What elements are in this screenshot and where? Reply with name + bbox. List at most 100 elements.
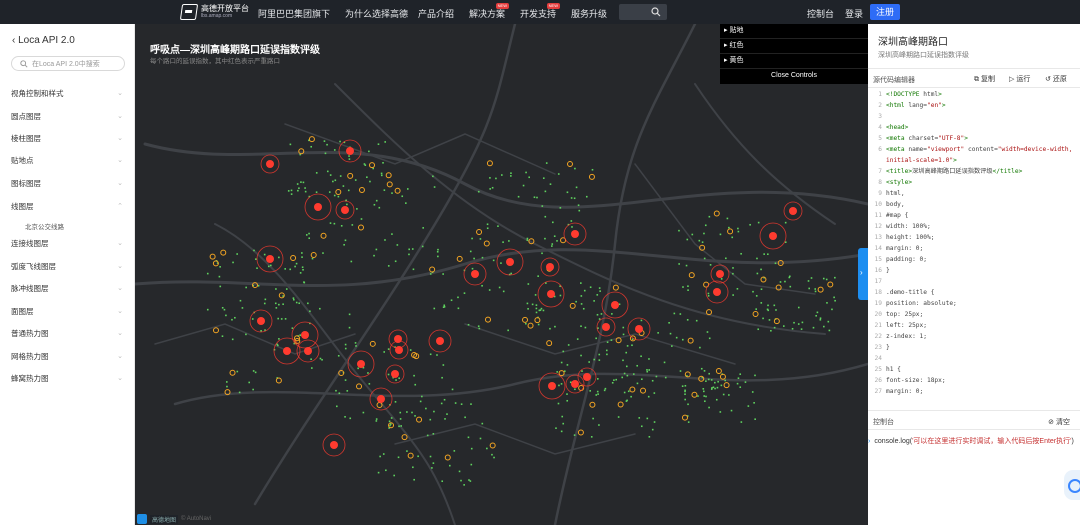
green-intersection-point: [441, 480, 444, 483]
green-intersection-point: [446, 413, 448, 415]
sidebar-item-link-line-layer[interactable]: 连接线图层 ⌄: [11, 238, 125, 252]
panel-collapse-toggle[interactable]: ›: [858, 248, 868, 300]
green-intersection-point: [454, 402, 457, 404]
green-intersection-point: [406, 411, 408, 413]
nav-products[interactable]: 产品介绍: [418, 7, 454, 20]
control-ground-folder[interactable]: ▸ 贴地: [720, 24, 868, 39]
sidebar-item-ground-point[interactable]: 贴地点 ⌄: [11, 155, 125, 169]
green-intersection-point: [551, 243, 554, 245]
editor-label: 源代码编辑器: [873, 77, 915, 84]
control-red-folder[interactable]: ▸ 红色: [720, 39, 868, 54]
green-intersection-point: [429, 273, 432, 275]
amap-logo-icon: [179, 4, 199, 20]
assistant-float-icon[interactable]: [1064, 470, 1080, 500]
sidebar-item-pulse-line-layer[interactable]: 脉冲线图层 ⌄: [11, 283, 125, 297]
green-intersection-point: [263, 253, 266, 256]
yellow-intersection-point: [369, 162, 376, 169]
map-canvas[interactable]: 呼吸点—深圳高峰期路口延误指数评级 每个路口的延误指数，其中红色表示严重路口 ▸…: [135, 24, 868, 525]
yellow-intersection-point: [489, 442, 496, 449]
console-input[interactable]: › console.log('可以在这里进行实时调试，输入代码后按Enter执行'…: [868, 436, 1074, 446]
sidebar-search-input[interactable]: 在Loca API 2.0中搜索: [11, 56, 125, 71]
nav-solutions[interactable]: 解决方案 NEW: [469, 3, 510, 20]
green-intersection-point: [442, 364, 445, 366]
sidebar-item-line-layer[interactable]: 线图层 ⌃: [11, 201, 125, 215]
sidebar-item-heatmap[interactable]: 普通热力图 ⌄: [11, 328, 125, 342]
green-intersection-point: [298, 187, 300, 190]
yellow-intersection-point: [416, 416, 423, 423]
run-button[interactable]: ▷ 运行: [1009, 74, 1030, 84]
sidebar-item-arc-flyline-layer[interactable]: 弧度飞线图层 ⌄: [11, 261, 125, 275]
nav-console[interactable]: 控制台: [807, 7, 834, 20]
nav-search-box[interactable]: [619, 4, 667, 20]
green-intersection-point: [788, 276, 791, 279]
nav-dev-support[interactable]: 开发支持 NEW: [520, 3, 561, 20]
red-intersection-point: [304, 347, 312, 355]
green-intersection-point: [797, 323, 800, 325]
nav-login[interactable]: 登录: [845, 7, 863, 20]
restore-button[interactable]: ↺ 还原: [1045, 74, 1067, 84]
green-intersection-point: [698, 239, 701, 242]
green-intersection-point: [387, 265, 390, 267]
amap-logo[interactable]: 高德开放平台 lbs.amap.com: [179, 3, 253, 21]
green-intersection-point: [252, 370, 255, 372]
green-intersection-point: [709, 264, 712, 266]
register-button[interactable]: 注册: [870, 4, 900, 20]
nav-upgrade[interactable]: 服务升级: [571, 7, 607, 20]
sidebar-item-prism-layer[interactable]: 棱柱图层 ⌄: [11, 133, 125, 147]
green-intersection-point: [708, 372, 710, 375]
green-intersection-point: [408, 253, 410, 256]
code-editor[interactable]: 1 <!DOCTYPE html> 2 <html lang="en"> 3 4 <head…: [868, 89, 1080, 409]
sidebar-item-grid-heatmap[interactable]: 网格热力图 ⌄: [11, 351, 125, 365]
yellow-intersection-point: [566, 161, 573, 168]
green-intersection-point: [241, 307, 244, 309]
green-intersection-point: [303, 281, 306, 284]
green-intersection-point: [343, 243, 345, 246]
green-intersection-point: [591, 168, 594, 171]
sidebar-item-polygon-layer[interactable]: 面图层 ⌄: [11, 306, 125, 320]
control-yellow-folder[interactable]: ▸ 黄色: [720, 54, 868, 69]
green-intersection-point: [648, 358, 650, 360]
green-intersection-point: [491, 186, 494, 189]
sidebar-item-point-layer[interactable]: 圆点图层 ⌄: [11, 111, 125, 125]
code-line: 23 }: [874, 344, 890, 351]
green-intersection-point: [754, 374, 756, 377]
green-intersection-point: [825, 278, 828, 281]
sidebar-subitem-beijing-bus[interactable]: 北京公交线路: [25, 221, 64, 231]
green-intersection-point: [570, 197, 573, 199]
green-intersection-point: [218, 275, 221, 278]
green-intersection-point: [355, 345, 357, 347]
copy-button[interactable]: ⧉ 复制: [974, 74, 995, 84]
green-intersection-point: [225, 314, 227, 317]
green-intersection-point: [722, 393, 725, 396]
sidebar-back-title[interactable]: ‹ Loca API 2.0: [12, 35, 75, 46]
green-intersection-point: [360, 218, 363, 220]
green-intersection-point: [260, 330, 262, 332]
green-intersection-point: [294, 265, 296, 268]
clear-console-button[interactable]: ⊘ 清空: [1048, 417, 1070, 427]
green-intersection-point: [252, 388, 254, 391]
green-intersection-point: [339, 175, 342, 177]
green-intersection-point: [333, 149, 336, 151]
yellow-intersection-point: [484, 316, 491, 323]
nav-group[interactable]: 阿里巴巴集团旗下: [258, 7, 330, 20]
green-intersection-point: [333, 222, 336, 225]
green-intersection-point: [593, 358, 596, 361]
green-intersection-point: [714, 381, 716, 384]
green-intersection-point: [574, 167, 576, 170]
green-intersection-point: [541, 252, 543, 255]
prompt-caret-icon: ›: [868, 438, 871, 445]
green-intersection-point: [739, 386, 742, 389]
sidebar-item-hexagon-heatmap[interactable]: 蜂窝热力图 ⌄: [11, 373, 125, 387]
green-intersection-point: [626, 345, 629, 347]
nav-why-amap[interactable]: 为什么选择高德: [345, 7, 408, 20]
close-controls-button[interactable]: Close Controls: [720, 69, 868, 83]
sidebar-item-view-control[interactable]: 视角控制和样式 ⌄: [11, 88, 125, 102]
green-intersection-point: [254, 371, 257, 374]
green-intersection-point: [789, 285, 792, 288]
sidebar-item-icon-layer[interactable]: 图标图层 ⌄: [11, 178, 125, 192]
green-intersection-point: [397, 456, 400, 459]
green-intersection-point: [754, 418, 756, 421]
code-line: 14 margin: 0;: [874, 245, 924, 252]
green-intersection-point: [451, 388, 454, 391]
code-line: 3: [878, 113, 882, 120]
